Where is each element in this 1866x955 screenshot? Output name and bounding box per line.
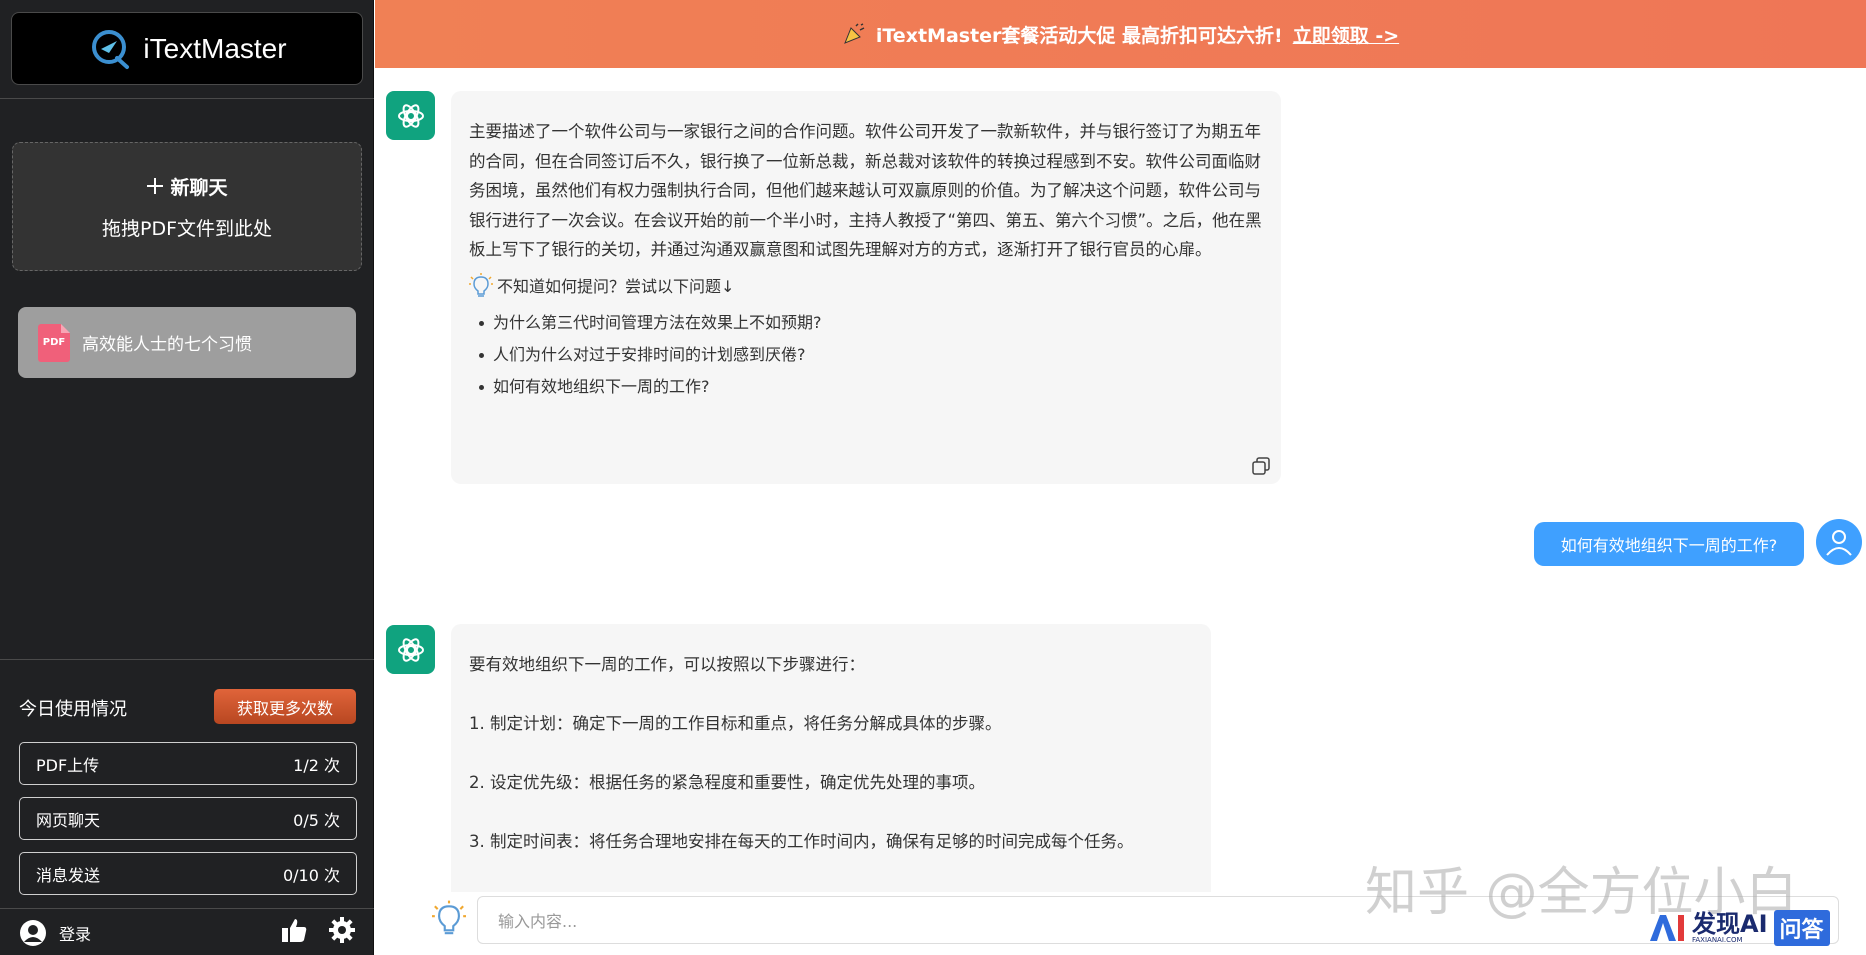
suggestion-item[interactable]: 如何有效地组织下一周的工作? <box>469 371 1263 403</box>
pdf-icon: PDF <box>38 323 70 362</box>
app-logo[interactable]: iTextMaster <box>11 12 363 85</box>
gear-icon[interactable] <box>328 916 356 944</box>
suggestion-list: 为什么第三代时间管理方法在效果上不如预期? 人们为什么对过于安排时间的计划感到厌… <box>469 307 1263 403</box>
usage-value: 0/10 次 <box>282 865 340 885</box>
bot-avatar <box>386 91 435 140</box>
hint-text: 不知道如何提问？尝试以下问题↓ <box>497 276 735 296</box>
new-chat-button[interactable]: 新聊天 <box>146 173 228 200</box>
file-name: 高效能人士的七个习惯 <box>82 335 252 355</box>
suggestion-item[interactable]: 人们为什么对过于安排时间的计划感到厌倦? <box>469 339 1263 371</box>
suggestion-item[interactable]: 为什么第三代时间管理方法在效果上不如预期? <box>469 307 1263 339</box>
sidebar-footer: 登录 <box>0 910 374 955</box>
plus-icon <box>147 178 164 194</box>
get-more-button[interactable]: 获取更多次数 <box>214 689 356 724</box>
answer-paragraph: 3. 制定时间表：将任务合理地安排在每天的工作时间内，确保有足够的时间完成每个任… <box>469 832 1134 851</box>
usage-value: 0/5 次 <box>293 810 340 830</box>
divider <box>0 98 374 99</box>
thumbs-up-icon[interactable] <box>280 916 308 944</box>
answer-paragraph: 2. 设定优先级：根据任务的紧急程度和重要性，确定优先处理的事项。 <box>469 773 985 792</box>
usage-label: 网页聊天 <box>36 810 101 830</box>
divider <box>0 908 374 909</box>
user-message: 如何有效地组织下一周的工作? <box>1534 522 1804 566</box>
ai-ask: 问答 <box>1773 910 1830 946</box>
logo-icon <box>92 29 130 69</box>
promo-banner[interactable]: iTextMaster套餐活动大促 最高折扣可达六折! 立即领取 -> <box>375 0 1866 68</box>
usage-row: 消息发送 0/10 次 <box>19 852 357 895</box>
new-chat-label: 新聊天 <box>170 176 228 199</box>
user-icon <box>20 919 46 946</box>
divider <box>0 659 374 660</box>
user-avatar <box>1816 519 1862 565</box>
ai-logo-icon <box>1650 915 1684 941</box>
openai-icon <box>397 637 424 662</box>
usage-label: PDF上传 <box>36 755 100 775</box>
file-item[interactable]: PDF 高效能人士的七个习惯 <box>18 307 356 378</box>
app-name: iTextMaster <box>143 32 287 64</box>
bot-avatar <box>386 625 435 674</box>
login-button[interactable]: 登录 <box>19 919 91 947</box>
banner-text: iTextMaster套餐活动大促 最高折扣可达六折! <box>875 24 1283 47</box>
bot-message-summary: 主要描述了一个软件公司与一家银行之间的合作问题。软件公司开发了一款新软件，并与银… <box>451 91 1281 484</box>
answer-paragraph: 1. 制定计划：确定下一周的工作目标和重点，将任务分解成具体的步骤。 <box>469 714 1002 733</box>
new-chat-dropzone[interactable]: 新聊天 拖拽PDF文件到此处 <box>12 142 362 271</box>
openai-icon <box>397 103 424 128</box>
copy-icon[interactable] <box>1251 456 1271 476</box>
answer-paragraph: 要有效地组织下一周的工作，可以按照以下步骤进行： <box>469 655 865 674</box>
pdf-badge: PDF <box>42 337 66 348</box>
ai-brand: 发现AI <box>1692 910 1768 938</box>
banner-link[interactable]: 立即领取 -> <box>1293 21 1399 48</box>
usage-label: 消息发送 <box>36 865 101 885</box>
lightbulb-icon[interactable] <box>432 900 466 938</box>
drop-hint: 拖拽PDF文件到此处 <box>101 217 273 240</box>
question-hint: 不知道如何提问？尝试以下问题↓ <box>469 272 1263 302</box>
sidebar: iTextMaster 新聊天 拖拽PDF文件到此处 PDF 高效能人士的七个习… <box>0 0 374 955</box>
usage-value: 1/2 次 <box>293 755 340 775</box>
party-popper-icon <box>843 23 865 44</box>
login-label: 登录 <box>59 924 92 944</box>
faxianai-watermark: 发现AI FAXIANAI.COM 问答 <box>1648 910 1830 946</box>
summary-text: 主要描述了一个软件公司与一家银行之间的合作问题。软件公司开发了一款新软件，并与银… <box>469 122 1262 259</box>
lightbulb-icon <box>469 273 493 297</box>
usage-row: 网页聊天 0/5 次 <box>19 797 357 840</box>
user-icon <box>1826 530 1852 556</box>
usage-row: PDF上传 1/2 次 <box>19 742 357 785</box>
usage-title: 今日使用情况 <box>19 699 127 720</box>
